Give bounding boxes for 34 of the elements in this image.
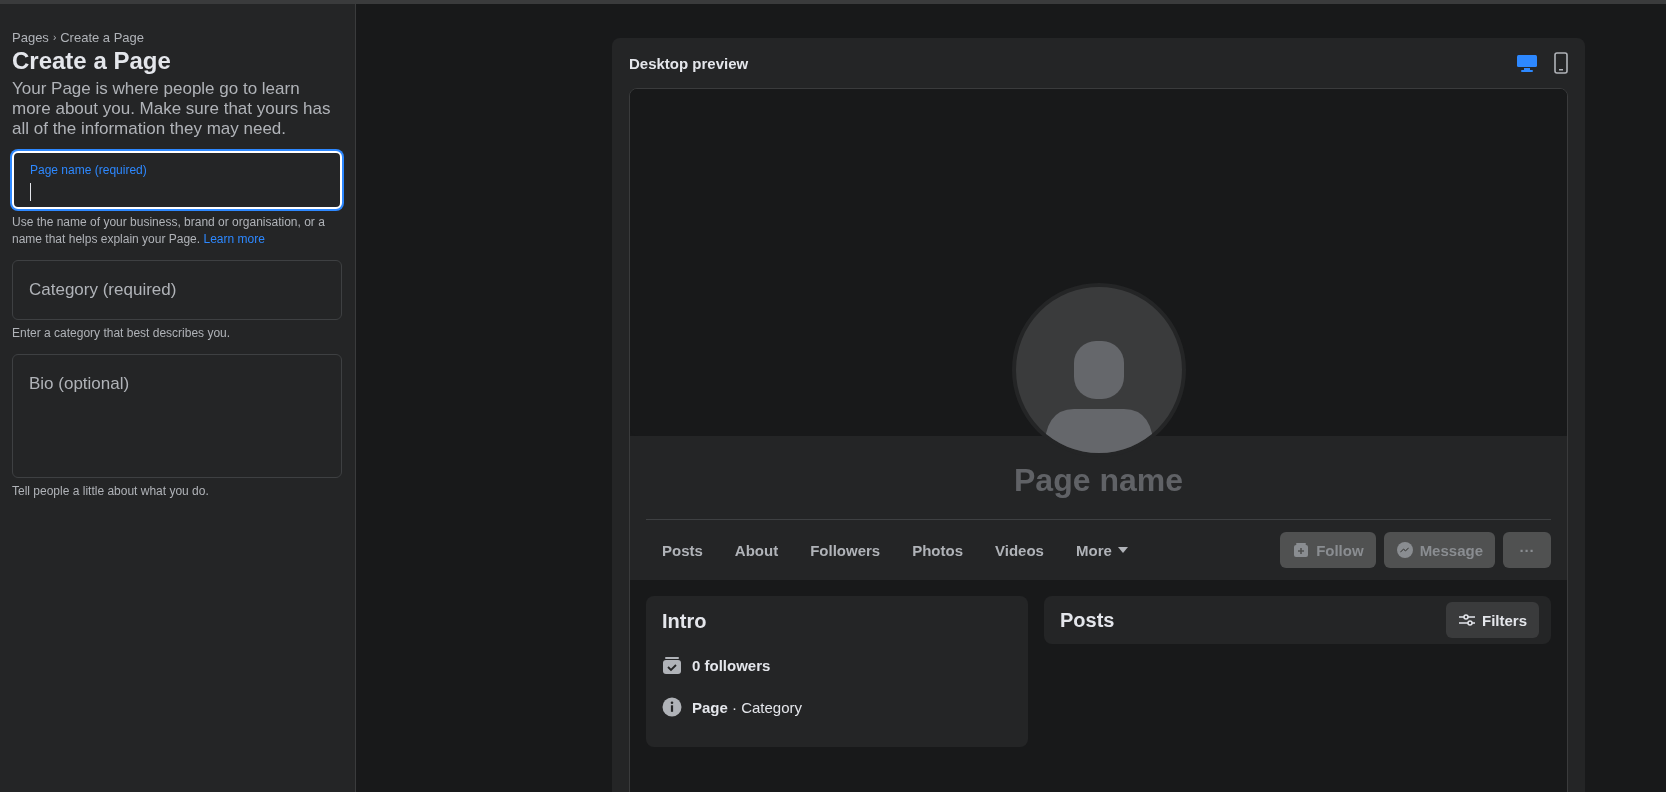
desktop-toggle[interactable] <box>1516 53 1538 73</box>
mobile-toggle[interactable] <box>1554 52 1568 74</box>
posts-heading: Posts <box>1060 608 1115 632</box>
page-description: Your Page is where people go to learn more about you. Make sure that yours has all of the information they may need. <box>12 79 332 139</box>
help-text: Tell people a little about what you do. <box>12 483 210 500</box>
breadcrumb-separator: › <box>52 32 57 43</box>
learn-more-link[interactable]: Learn more <box>203 232 265 246</box>
info-icon <box>662 697 682 717</box>
profile-tab[interactable]: Photos <box>896 541 980 559</box>
intro-text: 0 followers <box>692 656 771 674</box>
messenger-icon <box>1395 541 1414 559</box>
profile-tab[interactable]: More <box>1059 541 1144 559</box>
intro-text: Page · Category <box>692 698 803 716</box>
desktop-icon <box>1516 53 1538 73</box>
profile-tab[interactable]: Posts <box>646 541 719 559</box>
followers-icon <box>662 655 682 675</box>
input-field[interactable]: Category (required) <box>12 260 342 320</box>
help-text: Enter a category that best describes you. <box>12 325 232 342</box>
sliders-icon <box>1458 613 1476 627</box>
profile-tab[interactable]: Followers <box>794 541 897 559</box>
page-name-heading: Page name <box>1013 461 1184 500</box>
preview-title: Desktop preview <box>629 54 749 72</box>
profile-tab[interactable]: Videos <box>979 541 1060 559</box>
page-title: Create a Page <box>12 47 172 75</box>
help-text: Use the name of your business, brand or organisation, or a name that helps explain your Page. Learn more <box>12 214 326 248</box>
bio-textarea[interactable]: Bio (optional) <box>12 354 342 478</box>
intro-heading: Intro <box>662 610 708 633</box>
phone-icon <box>1554 52 1568 74</box>
breadcrumb-link[interactable]: Pages <box>12 30 49 45</box>
follow-icon <box>1292 541 1311 559</box>
filters-button[interactable]: Filters <box>1446 602 1539 638</box>
breadcrumb-link[interactable]: Create a Page <box>60 30 145 45</box>
profile-tab[interactable]: About <box>718 541 795 559</box>
input-field[interactable]: Page name (required) <box>12 151 342 209</box>
